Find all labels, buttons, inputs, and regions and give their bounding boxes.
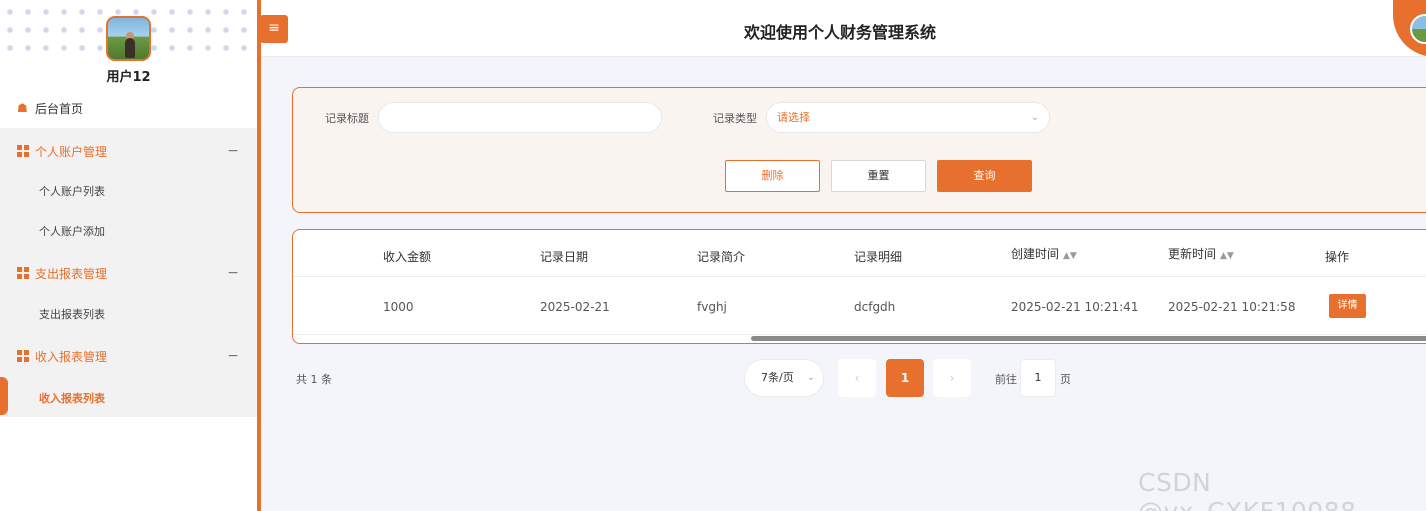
goto-page-input[interactable]: 1 (1020, 359, 1056, 397)
avatar-person (125, 38, 135, 58)
home-icon: ☗ (17, 101, 28, 115)
type-select-placeholder: 请选择 (777, 111, 810, 124)
sidebar-item-account-add[interactable]: 个人账户添加 (0, 211, 257, 251)
sidebar-item-label: 后台首页 (35, 101, 84, 116)
cell-intro: fvghj (697, 300, 727, 314)
title-search-input[interactable] (378, 102, 662, 133)
avatar[interactable] (106, 16, 151, 61)
sidebar-item-income-list[interactable]: 收入报表列表 (0, 378, 257, 418)
prev-page-button[interactable]: ‹ (838, 359, 876, 397)
chevron-down-icon: ⌄ (1030, 112, 1039, 123)
title-filter-label: 记录标题 (325, 112, 369, 125)
sort-icon[interactable]: ▲▼ (1063, 251, 1077, 261)
page-size-value: 7条/页 (761, 371, 794, 384)
column-header-updated[interactable]: 更新时间 ▲▼ (1168, 245, 1234, 262)
grid-icon (17, 267, 29, 279)
sort-icon[interactable]: ▲▼ (1220, 251, 1234, 261)
type-select[interactable]: 请选择 ⌄ (766, 102, 1050, 133)
cell-updated: 2025-02-21 10:21:58 (1168, 300, 1296, 314)
collapse-icon[interactable]: − (227, 143, 239, 159)
search-panel: 记录标题 记录类型 请选择 ⌄ 删除 重置 查询 (292, 87, 1426, 213)
horizontal-scrollbar[interactable] (751, 336, 1426, 341)
goto-suffix: 页 (1060, 373, 1071, 386)
type-filter-label: 记录类型 (713, 112, 757, 125)
column-header-intro: 记录简介 (697, 250, 746, 264)
sidebar-divider (257, 0, 261, 511)
detail-button[interactable]: 详情 (1329, 294, 1366, 318)
page-number-button[interactable]: 1 (886, 359, 924, 397)
user-name: 用户12 (106, 70, 151, 85)
cell-detail: dcfgdh (854, 300, 896, 314)
collapse-icon[interactable]: − (227, 265, 239, 281)
column-header-detail: 记录明细 (854, 250, 903, 264)
row-divider (293, 334, 1426, 335)
collapse-icon[interactable]: − (227, 348, 239, 364)
sidebar-item-account-list[interactable]: 个人账户列表 (0, 171, 257, 211)
grid-icon (17, 350, 29, 362)
sidebar-menu-group: 个人账户管理 − 个人账户列表 个人账户添加 支出报表管理 − 支出报表列表 收… (0, 128, 257, 417)
cell-date: 2025-02-21 (540, 300, 610, 314)
menu-toggle-button[interactable]: ≡ (260, 15, 288, 43)
query-button[interactable]: 查询 (937, 160, 1032, 192)
total-count: 共 1 条 (296, 373, 332, 386)
sidebar-item-home[interactable]: ☗ 后台首页 (0, 90, 257, 126)
cell-created: 2025-02-21 10:21:41 (1011, 300, 1139, 314)
column-header-actions: 操作 (1325, 250, 1350, 264)
column-header-created[interactable]: 创建时间 ▲▼ (1011, 245, 1077, 262)
cell-amount: 1000 (383, 300, 414, 314)
sidebar-item-expense-list[interactable]: 支出报表列表 (0, 294, 257, 334)
sidebar-item-label: 个人账户添加 (39, 225, 105, 238)
page-title: 欢迎使用个人财务管理系统 (743, 23, 936, 42)
watermark: CSDN @vx_CXKF10088 (1138, 468, 1356, 511)
column-header-date: 记录日期 (540, 250, 589, 264)
sidebar-item-label: 收入报表列表 (39, 392, 105, 405)
next-page-button[interactable]: › (933, 359, 971, 397)
sidebar-group-label: 收入报表管理 (35, 349, 108, 364)
sidebar-item-label: 支出报表列表 (39, 308, 105, 321)
goto-prefix: 前往 (995, 373, 1017, 386)
sidebar-group-label: 个人账户管理 (35, 144, 108, 159)
sidebar: 用户12 ☗ 后台首页 个人账户管理 − 个人账户列表 个人账户添加 支出报表管… (0, 0, 257, 511)
column-header-amount: 收入金额 (383, 250, 432, 264)
reset-button[interactable]: 重置 (831, 160, 926, 192)
sidebar-group-income-reports[interactable]: 收入报表管理 − (0, 336, 257, 376)
sidebar-group-label: 支出报表管理 (35, 266, 108, 281)
chevron-down-icon: ⌄ (806, 372, 815, 383)
page-size-select[interactable]: 7条/页 ⌄ (744, 359, 824, 397)
sidebar-group-personal-accounts[interactable]: 个人账户管理 − (0, 131, 257, 171)
column-header-label: 更新时间 (1168, 247, 1217, 261)
header-divider (293, 276, 1426, 277)
sidebar-group-expense-reports[interactable]: 支出报表管理 − (0, 253, 257, 293)
grid-icon (17, 145, 29, 157)
active-indicator (0, 377, 8, 415)
delete-button[interactable]: 删除 (725, 160, 820, 192)
sidebar-item-label: 个人账户列表 (39, 185, 105, 198)
data-table: 收入金额 记录日期 记录简介 记录明细 创建时间 ▲▼ 更新时间 ▲▼ 操作 100… (292, 229, 1426, 344)
column-header-label: 创建时间 (1011, 247, 1060, 261)
